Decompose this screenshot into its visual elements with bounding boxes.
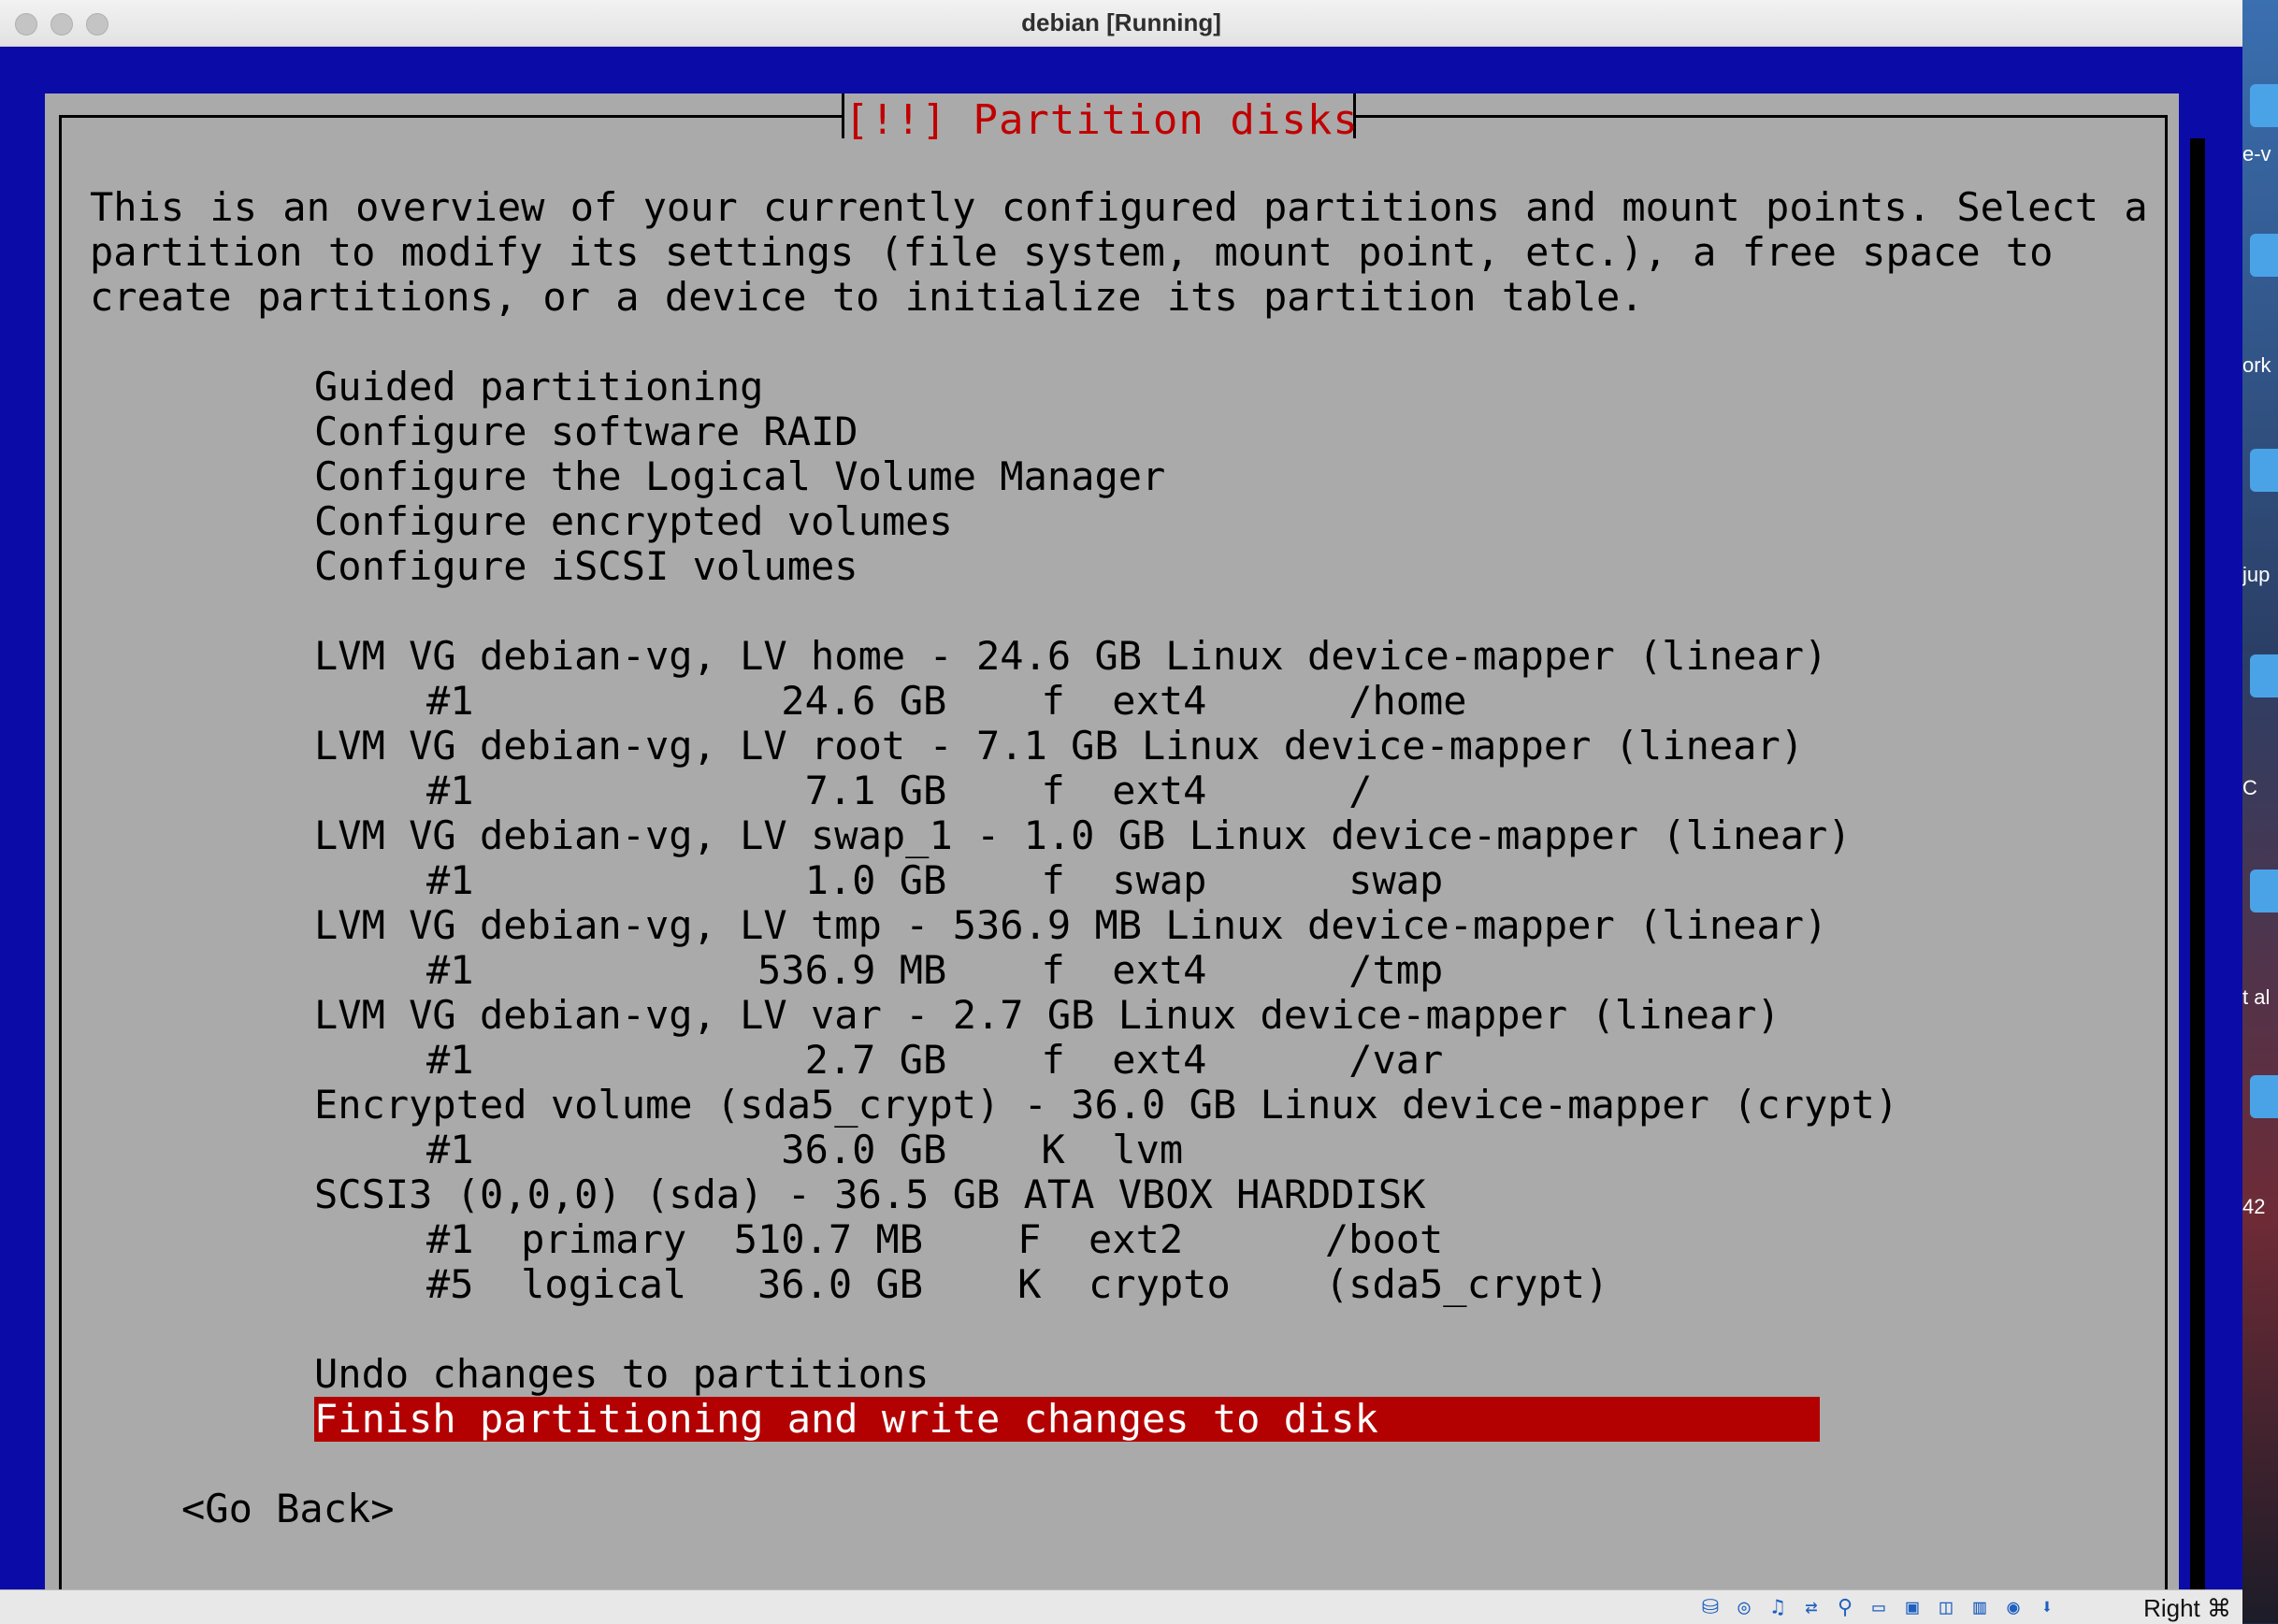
partition-row[interactable]: #1 7.1 GB f ext4 / xyxy=(314,769,1820,813)
desktop-item-label: C xyxy=(2242,776,2257,799)
menu-item-finish-partitioning[interactable]: Finish partitioning and write changes to… xyxy=(314,1397,1820,1442)
desktop-item-label: e-v xyxy=(2242,142,2271,165)
hard-disk-icon[interactable]: ⛁ xyxy=(1698,1597,1723,1619)
desktop-item-label: jup xyxy=(2242,563,2271,586)
shared-folders-icon[interactable]: ▭ xyxy=(1867,1597,1891,1619)
partition-row[interactable]: #5 logical 36.0 GB K crypto (sda5_crypt) xyxy=(314,1262,1820,1307)
desktop-folder-icon[interactable] xyxy=(2250,869,2278,913)
recording-icon[interactable]: ◫ xyxy=(1934,1597,1958,1619)
menu-item-lvm[interactable]: Configure the Logical Volume Manager xyxy=(314,454,1820,499)
desktop-background: e-v ork jup C t al 42 xyxy=(2242,0,2278,1623)
partition-row[interactable]: #1 2.7 GB f ext4 /var xyxy=(314,1038,1820,1083)
desktop-item-label: 42 xyxy=(2242,1195,2266,1218)
optical-drive-icon[interactable]: ◎ xyxy=(1732,1597,1756,1619)
menu-item-encrypted-volumes[interactable]: Configure encrypted volumes xyxy=(314,499,1820,544)
desktop-folder-icon[interactable] xyxy=(2250,449,2278,492)
cpu-icon[interactable]: ▥ xyxy=(1968,1597,1992,1619)
menu-spacer xyxy=(314,1307,1820,1352)
partition-row[interactable]: #1 1.0 GB f swap swap xyxy=(314,858,1820,903)
menu-item-software-raid[interactable]: Configure software RAID xyxy=(314,410,1820,454)
device-lv-tmp[interactable]: LVM VG debian-vg, LV tmp - 536.9 MB Linu… xyxy=(314,903,1827,948)
device-encrypted-volume[interactable]: Encrypted volume (sda5_crypt) - 36.0 GB … xyxy=(314,1083,1898,1128)
desktop-folder-icon[interactable] xyxy=(2250,654,2278,697)
menu-spacer xyxy=(314,589,1820,634)
desktop-item-label: ork xyxy=(2242,353,2271,377)
usb-icon[interactable]: ⚲ xyxy=(1833,1597,1857,1619)
partition-menu: Guided partitioning Configure software R… xyxy=(314,365,1898,1442)
dialog-title-box: [!!] Partition disks xyxy=(842,93,1358,144)
intro-text: This is an overview of your currently co… xyxy=(90,184,2148,320)
network-icon[interactable]: ⇄ xyxy=(1799,1597,1824,1619)
partition-row[interactable]: #1 536.9 MB f ext4 /tmp xyxy=(314,948,1820,993)
menu-item-guided-partitioning[interactable]: Guided partitioning xyxy=(314,365,1820,410)
go-back-button[interactable]: <Go Back> xyxy=(181,1487,395,1531)
mouse-integration-icon[interactable]: ◉ xyxy=(2001,1597,2026,1619)
keyboard-capture-icon[interactable]: ⬇ xyxy=(2035,1597,2059,1619)
partition-row[interactable]: #1 36.0 GB K lvm xyxy=(314,1128,1820,1172)
device-lv-var[interactable]: LVM VG debian-vg, LV var - 2.7 GB Linux … xyxy=(314,993,1820,1038)
partition-row[interactable]: #1 primary 510.7 MB F ext2 /boot xyxy=(314,1217,1820,1262)
dialog-title: [!!] Partition disks xyxy=(844,96,1359,144)
dialog-shadow xyxy=(2190,138,2205,1601)
display-icon[interactable]: ▣ xyxy=(1900,1597,1925,1619)
desktop-folder-icon[interactable] xyxy=(2250,1075,2278,1118)
virtualbox-window: debian [Running] [!!] Partition disks Th… xyxy=(0,0,2242,1624)
device-lv-root[interactable]: LVM VG debian-vg, LV root - 7.1 GB Linux… xyxy=(314,724,1820,769)
menu-item-undo-changes[interactable]: Undo changes to partitions xyxy=(314,1352,1820,1397)
partition-row[interactable]: #1 24.6 GB f ext4 /home xyxy=(314,679,1820,724)
window-titlebar[interactable]: debian [Running] xyxy=(0,0,2242,47)
audio-icon[interactable]: ♫ xyxy=(1766,1597,1790,1619)
desktop-item-label: t al xyxy=(2242,985,2271,1009)
device-lv-home[interactable]: LVM VG debian-vg, LV home - 24.6 GB Linu… xyxy=(314,634,1827,679)
host-key-label: Right ⌘ xyxy=(2143,1594,2231,1622)
partition-disks-dialog: [!!] Partition disks This is an overview… xyxy=(45,93,2179,1611)
vm-statusbar: ⛁ ◎ ♫ ⇄ ⚲ ▭ ▣ ◫ ▥ ◉ ⬇ Right ⌘ xyxy=(0,1589,2242,1624)
device-scsi-disk[interactable]: SCSI3 (0,0,0) (sda) - 36.5 GB ATA VBOX H… xyxy=(314,1172,1820,1217)
menu-item-iscsi[interactable]: Configure iSCSI volumes xyxy=(314,544,1820,589)
desktop-folder-icon[interactable] xyxy=(2250,234,2278,277)
device-lv-swap[interactable]: LVM VG debian-vg, LV swap_1 - 1.0 GB Lin… xyxy=(314,813,1852,858)
desktop-folder-icon[interactable] xyxy=(2250,84,2278,127)
window-title: debian [Running] xyxy=(1021,8,1221,36)
